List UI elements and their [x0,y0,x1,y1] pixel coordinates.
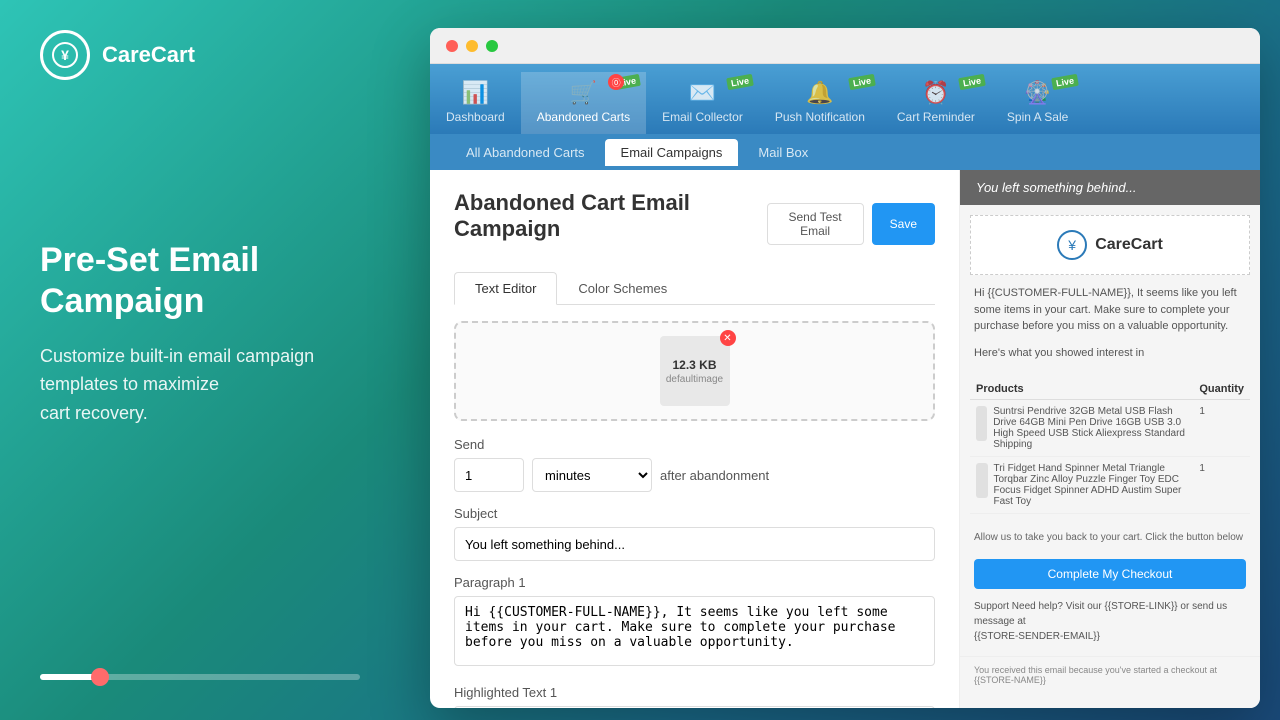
highlighted-text1-field-group: Highlighted Text 1 [454,685,935,708]
page-title: Abandoned Cart Email Campaign [454,190,767,242]
preview-logo-inner: ¥ CareCart [1057,230,1163,260]
save-button[interactable]: Save [872,203,935,245]
close-button[interactable] [446,40,458,52]
nav-bar: 📊 Dashboard Live ⓪ 🛒 Abandoned Carts Liv… [430,64,1260,134]
paragraph1-textarea[interactable]: Hi {{CUSTOMER-FULL-NAME}}, It seems like… [454,596,935,666]
paragraph1-field-group: Paragraph 1 Hi {{CUSTOMER-FULL-NAME}}, I… [454,575,935,671]
subject-input[interactable] [454,527,935,561]
nav-label-dashboard: Dashboard [446,110,505,124]
highlighted-text1-input[interactable] [454,706,935,708]
left-panel: ¥ CareCart Pre-Set Email Campaign Custom… [0,0,430,720]
nav-item-spin-a-sale[interactable]: Live 🎡 Spin A Sale [991,72,1084,134]
table-header-quantity: Quantity [1193,379,1250,400]
slider-bar[interactable] [40,674,360,680]
image-name: defaultimage [666,374,723,385]
dashboard-icon: 📊 [462,80,489,106]
paragraph1-label: Paragraph 1 [454,575,935,590]
sub-nav: All Abandoned Carts Email Campaigns Mail… [430,134,1260,170]
tab-text-editor[interactable]: Text Editor [454,272,557,305]
logo-area: ¥ CareCart [40,30,390,80]
preview-products-table: Products Quantity Suntrsi Pendrive 32GB … [970,379,1250,514]
bell-icon: 🔔 [806,80,833,106]
tagline-body: Customize built-in email campaign templa… [40,342,390,428]
browser-titlebar [430,28,1260,64]
send-test-email-button[interactable]: Send Test Email [767,203,864,245]
table-row: Tri Fidget Hand Spinner Metal Triangle T… [970,457,1250,514]
preview-logo-circle: ¥ [1057,230,1087,260]
minimize-button[interactable] [466,40,478,52]
nav-item-abandoned-carts[interactable]: Live ⓪ 🛒 Abandoned Carts [521,72,646,134]
nav-item-cart-reminder[interactable]: Live ⏰ Cart Reminder [881,72,991,134]
send-field-group: Send seconds minutes hours days after ab… [454,437,935,492]
send-suffix: after abandonment [660,468,769,483]
main-content: Abandoned Cart Email Campaign Send Test … [430,170,1260,708]
preview-cta-pre-text: Allow us to take you back to your cart. … [960,522,1260,553]
image-size: 12.3 KB [672,358,716,372]
maximize-button[interactable] [486,40,498,52]
product-thumb-2 [976,463,988,498]
live-badge-push: Live [848,74,876,90]
nav-label-spin-a-sale: Spin A Sale [1007,110,1068,124]
svg-text:¥: ¥ [61,47,69,63]
tagline-heading: Pre-Set Email Campaign [40,240,390,322]
sub-nav-email-campaigns[interactable]: Email Campaigns [605,139,739,166]
sub-nav-all-abandoned-carts[interactable]: All Abandoned Carts [450,139,601,166]
highlighted-text1-label: Highlighted Text 1 [454,685,935,700]
image-thumbnail: ✕ 12.3 KB defaultimage [660,336,730,406]
subject-field-group: Subject [454,506,935,561]
send-label: Send [454,437,935,452]
preview-logo-area: ¥ CareCart [970,215,1250,275]
preview-header-text: You left something behind... [960,170,1260,205]
preview-cta-button[interactable]: Complete My Checkout [974,559,1246,589]
send-unit-select[interactable]: seconds minutes hours days [532,458,652,492]
product-qty-1: 1 [1193,400,1250,457]
product-name-1: Suntrsi Pendrive 32GB Metal USB Flash Dr… [993,406,1187,450]
preview-logo-text: CareCart [1095,236,1163,254]
preview-support-text: Support Need help? Visit our {{STORE-LIN… [960,595,1260,648]
image-upload-area[interactable]: ✕ 12.3 KB defaultimage [454,321,935,421]
product-name-2: Tri Fidget Hand Spinner Metal Triangle T… [994,463,1188,507]
preview-panel: You left something behind... ¥ CareCart … [960,170,1260,708]
preview-body-text: Hi {{CUSTOMER-FULL-NAME}}, It seems like… [960,285,1260,345]
slider-fill [40,674,100,680]
product-qty-2: 1 [1193,457,1250,514]
nav-label-abandoned-carts: Abandoned Carts [537,110,630,124]
preview-support-email: {{STORE-SENDER-EMAIL}} [974,631,1100,642]
subject-label: Subject [454,506,935,521]
nav-item-email-collector[interactable]: Live ✉️ Email Collector [646,72,759,134]
cart-icon: 🛒 [570,80,597,106]
logo-icon: ¥ [40,30,90,80]
send-value-input[interactable] [454,458,524,492]
live-badge-spin: Live [1051,74,1079,90]
live-badge-email: Live [726,74,754,90]
table-header-products: Products [970,379,1193,400]
product-thumb-1 [976,406,987,441]
alarm-icon: ⏰ [922,80,949,106]
preview-highlight-text: Here's what you showed interest in [960,345,1260,372]
badge-count-carts: ⓪ [608,74,624,90]
nav-item-push-notification[interactable]: Live 🔔 Push Notification [759,72,881,134]
nav-label-email-collector: Email Collector [662,110,743,124]
tab-color-schemes[interactable]: Color Schemes [557,272,688,305]
remove-image-button[interactable]: ✕ [720,330,736,346]
table-row: Suntrsi Pendrive 32GB Metal USB Flash Dr… [970,400,1250,457]
nav-label-push-notification: Push Notification [775,110,865,124]
send-field-row: seconds minutes hours days after abandon… [454,458,935,492]
live-badge-reminder: Live [958,74,986,90]
email-icon: ✉️ [689,80,716,106]
slider-dot [91,668,109,686]
wheel-icon: 🎡 [1024,80,1051,106]
logo-text: CareCart [102,42,195,68]
tab-bar: Text Editor Color Schemes [454,272,935,305]
preview-footer-text: You received this email because you've s… [960,656,1260,693]
browser-window: 📊 Dashboard Live ⓪ 🛒 Abandoned Carts Liv… [430,28,1260,708]
nav-item-dashboard[interactable]: 📊 Dashboard [430,72,521,134]
form-panel: Abandoned Cart Email Campaign Send Test … [430,170,960,708]
sub-nav-mail-box[interactable]: Mail Box [742,139,824,166]
nav-label-cart-reminder: Cart Reminder [897,110,975,124]
